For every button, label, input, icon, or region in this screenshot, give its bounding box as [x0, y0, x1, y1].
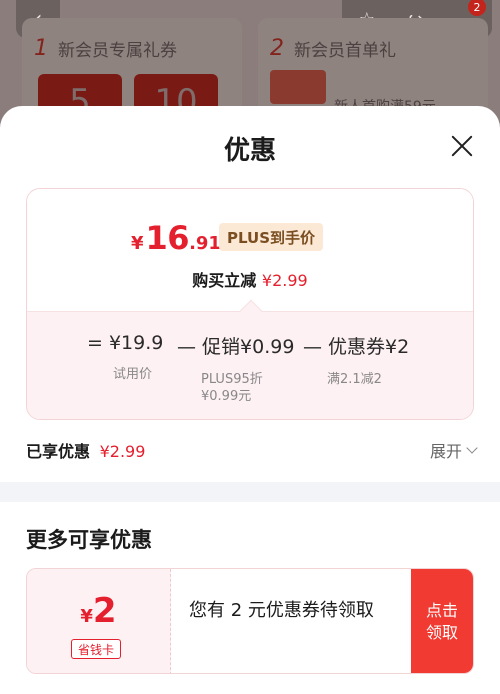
- enjoyed-discount: 已享优惠 ¥2.99: [26, 438, 145, 462]
- coupon-amount-value: 2: [92, 591, 117, 631]
- enjoyed-discount-row: 已享优惠 ¥2.99 展开: [26, 436, 478, 462]
- expand-button[interactable]: 展开: [429, 438, 478, 462]
- breakdown-sub: 试用价: [113, 367, 153, 382]
- card-number: 1: [34, 36, 48, 61]
- breakdown-sub: PLUS95折 ¥0.99元: [201, 372, 263, 404]
- savings-card-tag: 省钱卡: [71, 639, 122, 659]
- coupon-card: ¥2 省钱卡 您有 2 元优惠券待领取 点击 领取: [26, 568, 474, 674]
- instant-discount: 购买立减 ¥2.99: [27, 267, 473, 291]
- price-decimal: .91: [189, 233, 221, 254]
- coupon-description: 您有 2 元优惠券待领取: [189, 600, 374, 621]
- chevron-down-icon: [466, 441, 478, 454]
- plus-price-tag: PLUS到手价: [219, 223, 324, 251]
- more-discounts-title: 更多可享优惠: [26, 528, 152, 552]
- sheet-title: 优惠: [223, 136, 276, 166]
- currency-symbol: ¥: [80, 606, 93, 627]
- discount-sheet: 优惠 ¥ 16 .91 PLUS到手价 购买立减 ¥2.99 = ¥19.9 试…: [0, 106, 500, 694]
- breakdown-row: = ¥19.9 试用价 — 促销¥0.99 PLUS95折 ¥0.99元 — 优…: [27, 311, 473, 419]
- breakdown-main: — 促销¥0.99: [177, 336, 295, 358]
- enjoyed-label: 已享优惠: [26, 442, 91, 461]
- breakdown-sub: 满2.1减2: [327, 372, 382, 387]
- enjoyed-value: ¥2.99: [99, 442, 146, 461]
- final-price: ¥ 16 .91: [131, 219, 221, 257]
- close-icon[interactable]: [448, 132, 476, 160]
- section-divider: [0, 482, 500, 502]
- notification-badge: 2: [468, 0, 486, 16]
- claim-coupon-button[interactable]: 点击 领取: [411, 569, 473, 673]
- breakdown-coupon: — 优惠券¥2 满2.1减2: [303, 332, 409, 388]
- card-number: 2: [270, 36, 284, 61]
- expand-label: 展开: [429, 442, 462, 461]
- price-integer: 16: [145, 219, 190, 257]
- breakdown-main: = ¥19.9: [87, 332, 164, 354]
- price-summary: ¥ 16 .91 PLUS到手价 购买立减 ¥2.99: [27, 189, 473, 311]
- card-title: 新会员专属礼券: [58, 41, 177, 61]
- instant-discount-label: 购买立减: [192, 271, 257, 290]
- breakdown-promotion: — 促销¥0.99 PLUS95折 ¥0.99元: [177, 332, 294, 405]
- coupon-value-panel: ¥2 省钱卡: [27, 569, 171, 673]
- currency-symbol: ¥: [131, 233, 144, 254]
- price-breakdown-card: ¥ 16 .91 PLUS到手价 购买立减 ¥2.99 = ¥19.9 试用价 …: [26, 188, 474, 420]
- card-title: 新会员首单礼: [294, 41, 396, 61]
- breakdown-main: — 优惠券¥2: [303, 336, 410, 358]
- sheet-header: 优惠: [0, 106, 500, 188]
- instant-discount-value: ¥2.99: [261, 271, 308, 290]
- gift-icon: [270, 70, 326, 104]
- breakdown-trial-price: = ¥19.9 试用价: [87, 332, 163, 383]
- coupon-amount: ¥2: [27, 591, 170, 631]
